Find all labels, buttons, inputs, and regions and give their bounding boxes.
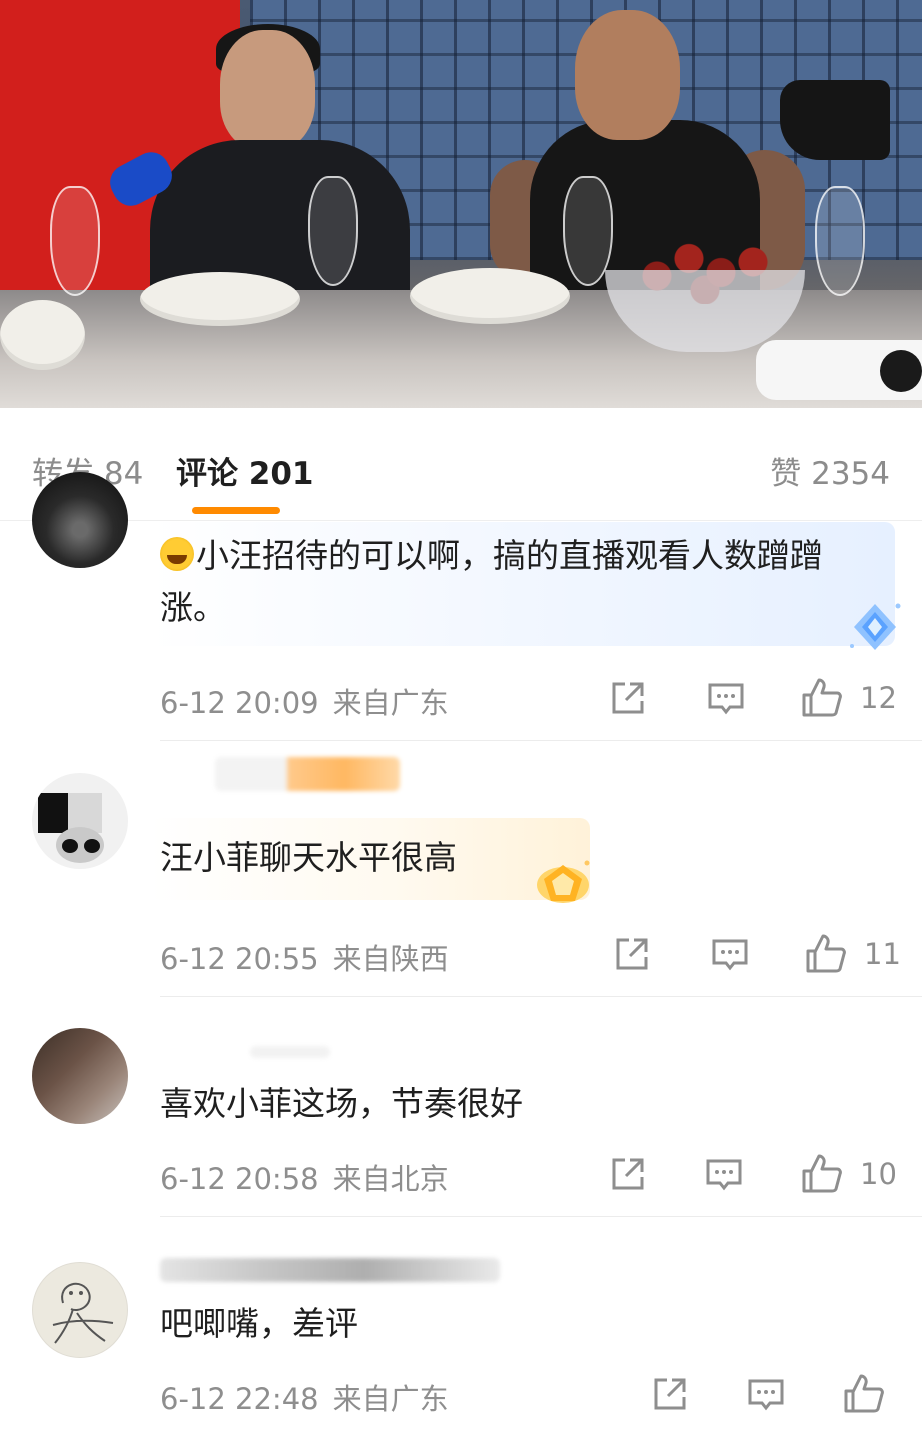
crown-badge-icon: [537, 860, 590, 903]
like-button[interactable]: 11: [804, 932, 901, 976]
comment-icon: [748, 1379, 784, 1411]
video-glass: [308, 176, 358, 286]
avatar[interactable]: [32, 472, 128, 568]
like-count: 11: [864, 937, 901, 971]
tabs-divider: [0, 520, 922, 521]
comment-time: 6-12 22:48: [160, 1382, 319, 1416]
like-button[interactable]: [842, 1372, 902, 1416]
video-glass: [50, 186, 100, 296]
reply-button[interactable]: [746, 1374, 786, 1414]
comment-icon: [708, 683, 744, 715]
share-icon: [612, 682, 644, 714]
reply-button[interactable]: [710, 934, 750, 974]
video-glass: [815, 186, 865, 296]
comment-divider: [160, 1216, 922, 1217]
share-icon: [612, 1158, 644, 1190]
thumbs-up-icon: [844, 1374, 884, 1413]
like-count: 12: [860, 681, 897, 715]
thumbs-up-icon: [802, 1154, 842, 1193]
comment-time: 6-12 20:09: [160, 686, 319, 720]
comment-text: 汪小菲聊天水平很高: [160, 838, 457, 877]
comment-location: 来自陕西: [332, 942, 449, 976]
avatar[interactable]: [32, 1028, 128, 1124]
video-overlay-badge: [880, 350, 922, 392]
comment-icon: [712, 939, 748, 971]
laughing-crying-emoji-icon: [160, 537, 194, 571]
like-button[interactable]: 12: [800, 676, 897, 720]
comment-meta: 6-12 22:48 来自广东: [160, 1376, 449, 1418]
comment-text: 吧唧嘴，差评: [160, 1304, 358, 1343]
username-redacted: [250, 1046, 330, 1058]
diamond-badge-icon: [850, 603, 901, 650]
share-button[interactable]: [608, 1154, 648, 1194]
doodle-avatar-icon: [52, 1283, 114, 1344]
comment-text-content: 小汪招待的可以啊，搞的直播观看人数蹭蹭涨。: [160, 536, 823, 627]
comment-location: 来自广东: [332, 1382, 449, 1416]
share-icon: [616, 938, 648, 970]
tab-likes[interactable]: 赞 2354: [770, 448, 890, 493]
share-button[interactable]: [650, 1374, 690, 1414]
video-plate: [0, 300, 85, 370]
comment-icon: [706, 1159, 742, 1191]
tab-active-indicator: [192, 507, 280, 514]
comment-meta: 6-12 20:58 来自北京: [160, 1156, 449, 1198]
avatar[interactable]: [32, 1262, 128, 1358]
video-plate: [140, 272, 300, 326]
reply-button[interactable]: [704, 1154, 744, 1194]
video-person-left: [150, 24, 410, 300]
reply-button[interactable]: [706, 678, 746, 718]
comment-meta: 6-12 20:55 来自陕西: [160, 936, 449, 978]
thumbs-up-icon: [806, 934, 846, 973]
share-button[interactable]: [612, 934, 652, 974]
video-frame[interactable]: [0, 0, 922, 408]
comment-text: 喜欢小菲这场，节奏很好: [160, 1084, 523, 1123]
tab-comments[interactable]: 评论 201: [176, 448, 314, 493]
like-count: 10: [860, 1157, 897, 1191]
avatar[interactable]: [32, 773, 128, 869]
comment-location: 来自北京: [332, 1162, 449, 1196]
username-redacted: [160, 1258, 500, 1282]
thumbs-up-icon: [802, 678, 842, 717]
comment-text: 小汪招待的可以啊，搞的直播观看人数蹭蹭涨。: [160, 530, 880, 634]
video-plate: [410, 268, 570, 324]
like-button[interactable]: 10: [800, 1152, 897, 1196]
comment-meta: 6-12 20:09 来自广东: [160, 680, 449, 722]
comment-location: 来自广东: [332, 686, 449, 720]
comment-time: 6-12 20:58: [160, 1162, 319, 1196]
comment-divider: [160, 740, 922, 741]
comment-time: 6-12 20:55: [160, 942, 319, 976]
share-button[interactable]: [608, 678, 648, 718]
share-icon: [654, 1378, 686, 1410]
video-camera: [780, 80, 890, 160]
comment-divider: [160, 996, 922, 997]
username-redacted: [215, 757, 400, 791]
